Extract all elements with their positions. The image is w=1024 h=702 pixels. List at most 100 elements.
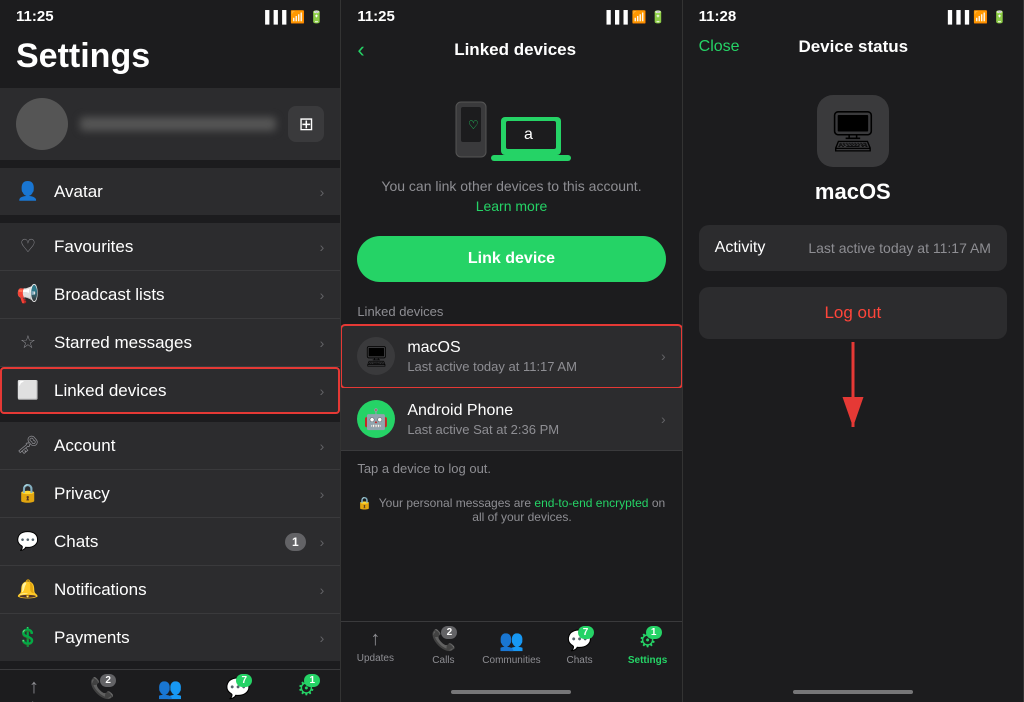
status-bar-3: 11:28 ▐▐▐ 📶 🔋 xyxy=(683,0,1023,29)
svg-text:a: a xyxy=(524,126,533,143)
settings-item-avatar[interactable]: 👤 Avatar › xyxy=(0,168,340,215)
settings-item-linked-devices[interactable]: ⬜ Linked devices › xyxy=(0,367,340,414)
settings-badge: 1 xyxy=(304,674,320,687)
favourites-icon: ♡ xyxy=(16,236,40,257)
privacy-icon: 🔒 xyxy=(16,483,40,504)
chats-tab-label-2: Chats xyxy=(566,655,592,666)
settings-item-chats[interactable]: 💬 Chats 1 › xyxy=(0,518,340,566)
macos-device-item[interactable]: 🖥 macOS Last active today at 11:17 AM › xyxy=(341,325,681,388)
settings-item-favourites[interactable]: ♡ Favourites › xyxy=(0,223,340,271)
avatar-label: Avatar xyxy=(54,182,306,202)
tab-updates[interactable]: ↑ Updates xyxy=(0,676,68,702)
tab-bar-1: ↑ Updates 2 📞 Calls 👥 Communities 7 💬 Ch… xyxy=(0,669,340,702)
macos-device-icon: 🖥 xyxy=(357,337,395,375)
status-icons-1: ▐▐▐ 📶 🔋 xyxy=(261,10,324,24)
settings-item-broadcast[interactable]: 📢 Broadcast lists › xyxy=(0,271,340,319)
android-icon: 🤖 xyxy=(364,407,389,432)
account-icon: 🗝 xyxy=(16,435,40,456)
home-indicator-3 xyxy=(793,690,913,694)
calls-label-2: Calls xyxy=(432,655,454,666)
tab-settings-2[interactable]: 1 ⚙ Settings xyxy=(614,628,682,666)
device-title: macOS xyxy=(815,179,891,205)
macos-icon: 🖥 xyxy=(364,344,389,369)
qr-code-button[interactable]: ⊞ xyxy=(288,106,324,142)
tab-calls-2[interactable]: 2 📞 Calls xyxy=(409,628,477,666)
tab-bar-2: ↑ Updates 2 📞 Calls 👥 Communities 7 💬 Ch… xyxy=(341,621,681,686)
android-last-active: Last active Sat at 2:36 PM xyxy=(407,422,649,437)
wifi-icon: 📶 xyxy=(290,10,305,24)
tap-hint: Tap a device to log out. xyxy=(341,451,681,486)
notifications-label: Notifications xyxy=(54,580,306,600)
chevron-icon: › xyxy=(320,582,325,598)
chats-icon: 💬 xyxy=(16,531,40,552)
status-icons-2: ▐▐▐ 📶 🔋 xyxy=(602,10,665,24)
logout-button[interactable]: Log out xyxy=(699,287,1007,339)
payments-label: Payments xyxy=(54,628,306,648)
screen2-linked-devices: 11:25 ▐▐▐ 📶 🔋 ‹ Linked devices ♡ a You c… xyxy=(341,0,682,702)
e2e-link[interactable]: end-to-end encrypted xyxy=(534,496,648,510)
communities-icon: 👥 xyxy=(158,676,183,701)
lock-icon: 🔒 xyxy=(357,496,372,510)
chevron-icon: › xyxy=(320,486,325,502)
linked-hero: ♡ a You can link other devices to this a… xyxy=(341,71,681,224)
starred-icon: ☆ xyxy=(16,332,40,353)
svg-text:♡: ♡ xyxy=(468,118,479,132)
macos-device-name: macOS xyxy=(407,339,649,357)
status-bar-2: 11:25 ▐▐▐ 📶 🔋 xyxy=(341,0,681,29)
finder-icon: 🖥 xyxy=(827,108,878,155)
tab-chats[interactable]: 7 💬 Chats xyxy=(204,676,272,702)
notifications-icon: 🔔 xyxy=(16,579,40,600)
macos-large-icon: 🖥 xyxy=(817,95,889,167)
device-status-title: Device status xyxy=(798,37,908,57)
updates-icon-2: ↑ xyxy=(370,628,380,651)
tab-settings[interactable]: 1 ⚙ Settings xyxy=(272,676,340,702)
back-button[interactable]: ‹ xyxy=(357,37,364,63)
settings-item-notifications[interactable]: 🔔 Notifications › xyxy=(0,566,340,614)
settings-item-starred[interactable]: ☆ Starred messages › xyxy=(0,319,340,367)
tab-chats-2[interactable]: 7 💬 Chats xyxy=(546,628,614,666)
tab-communities-2[interactable]: 👥 Communities xyxy=(477,628,545,666)
linked-devices-nav-title: Linked devices xyxy=(365,40,666,60)
profile-row[interactable]: ⊞ xyxy=(0,88,340,160)
settings-item-privacy[interactable]: 🔒 Privacy › xyxy=(0,470,340,518)
account-label: Account xyxy=(54,436,306,456)
communities-label-2: Communities xyxy=(482,655,540,666)
avatar-icon: 👤 xyxy=(16,181,40,202)
broadcast-icon: 📢 xyxy=(16,284,40,305)
chats-label: Chats xyxy=(54,532,271,552)
hero-text: You can link other devices to this accou… xyxy=(381,177,641,216)
activity-label: Activity xyxy=(715,239,766,257)
profile-name xyxy=(80,117,276,131)
settings-section-main: ♡ Favourites › 📢 Broadcast lists › ☆ Sta… xyxy=(0,223,340,414)
tab-updates-2[interactable]: ↑ Updates xyxy=(341,628,409,666)
android-device-item[interactable]: 🤖 Android Phone Last active Sat at 2:36 … xyxy=(341,388,681,451)
privacy-label: Privacy xyxy=(54,484,306,504)
screen1-settings: 11:25 ▐▐▐ 📶 🔋 Settings ⊞ 👤 Avatar › ♡ Fa… xyxy=(0,0,341,702)
chats-tab-badge: 7 xyxy=(236,674,252,687)
settings-item-account[interactable]: 🗝 Account › xyxy=(0,422,340,470)
chevron-icon: › xyxy=(320,534,325,550)
tab-communities[interactable]: 👥 Communities xyxy=(136,676,204,702)
favourites-label: Favourites xyxy=(54,237,306,257)
calls-badge: 2 xyxy=(100,674,116,687)
chevron-icon: › xyxy=(320,438,325,454)
link-device-button[interactable]: Link device xyxy=(357,236,665,282)
macos-device-info: macOS Last active today at 11:17 AM xyxy=(407,339,649,374)
close-button[interactable]: Close xyxy=(699,38,740,56)
settings-item-payments[interactable]: 💲 Payments › xyxy=(0,614,340,661)
linked-section-header: Linked devices xyxy=(341,294,681,325)
signal-icon: ▐▐▐ xyxy=(261,10,287,24)
status-time-2: 11:25 xyxy=(357,8,395,25)
chevron-icon: › xyxy=(320,335,325,351)
tab-calls[interactable]: 2 📞 Calls xyxy=(68,676,136,702)
updates-label-2: Updates xyxy=(357,653,394,664)
learn-more-link[interactable]: Learn more xyxy=(476,198,548,214)
status-bar-1: 11:25 ▐▐▐ 📶 🔋 xyxy=(0,0,340,29)
chevron-icon: › xyxy=(320,239,325,255)
activity-value: Last active today at 11:17 AM xyxy=(808,240,991,256)
logout-btn-wrap: Log out xyxy=(699,287,1007,339)
chevron-icon: › xyxy=(320,630,325,646)
android-device-info: Android Phone Last active Sat at 2:36 PM xyxy=(407,402,649,437)
settings-section-account: 🗝 Account › 🔒 Privacy › 💬 Chats 1 › 🔔 No… xyxy=(0,422,340,661)
wifi-icon-3: 📶 xyxy=(973,10,988,24)
